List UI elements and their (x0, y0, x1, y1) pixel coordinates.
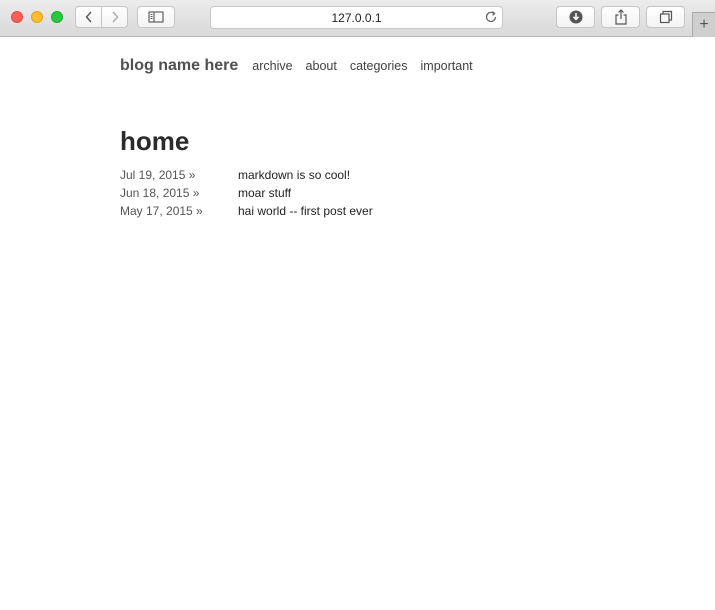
zoom-window-button[interactable] (51, 11, 63, 23)
post-date: Jul 19, 2015 » (120, 168, 196, 182)
plus-icon: + (699, 16, 709, 33)
forward-button[interactable] (101, 7, 127, 27)
reload-icon (485, 11, 497, 23)
chevron-right-icon (111, 11, 118, 23)
minimize-window-button[interactable] (31, 11, 43, 23)
site-header: blog name here archive about categories … (120, 57, 486, 75)
url-text: 127.0.0.1 (331, 11, 382, 25)
nav-link-categories[interactable]: categories (350, 59, 408, 73)
reload-button[interactable] (484, 10, 498, 29)
tabs-overview-icon (659, 10, 672, 24)
download-icon (569, 10, 582, 24)
history-navigation (75, 6, 128, 28)
new-tab-button[interactable]: + (692, 12, 715, 37)
sidebar-icon (148, 11, 164, 23)
address-bar[interactable]: 127.0.0.1 (210, 6, 503, 29)
post-date: May 17, 2015 » (120, 204, 203, 218)
chevron-left-icon (85, 11, 92, 23)
downloads-button[interactable] (556, 6, 595, 28)
sidebar-button[interactable] (137, 6, 175, 28)
browser-toolbar: 127.0.0.1 + (0, 0, 715, 37)
close-window-button[interactable] (11, 11, 23, 23)
browser-window: 127.0.0.1 + blog name here archive about… (0, 0, 715, 610)
share-button[interactable] (601, 6, 640, 28)
page-title: home (120, 126, 190, 156)
nav-link-about[interactable]: about (306, 59, 337, 73)
post-title-link[interactable]: moar stuff (238, 186, 291, 200)
post-list-item: Jul 19, 2015 » markdown is so cool! (120, 166, 373, 184)
post-list-item: May 17, 2015 » hai world -- first post e… (120, 202, 373, 220)
tabs-overview-button[interactable] (646, 6, 685, 28)
post-title-link[interactable]: hai world -- first post ever (238, 204, 373, 218)
post-list: Jul 19, 2015 » markdown is so cool! Jun … (120, 166, 373, 220)
nav-link-archive[interactable]: archive (252, 59, 292, 73)
site-title-link[interactable]: blog name here (120, 57, 238, 75)
back-button[interactable] (76, 7, 101, 27)
post-date: Jun 18, 2015 » (120, 186, 200, 200)
share-icon (614, 9, 627, 25)
post-title-link[interactable]: markdown is so cool! (238, 168, 350, 182)
post-list-item: Jun 18, 2015 » moar stuff (120, 184, 373, 202)
nav-link-important[interactable]: important (421, 59, 473, 73)
